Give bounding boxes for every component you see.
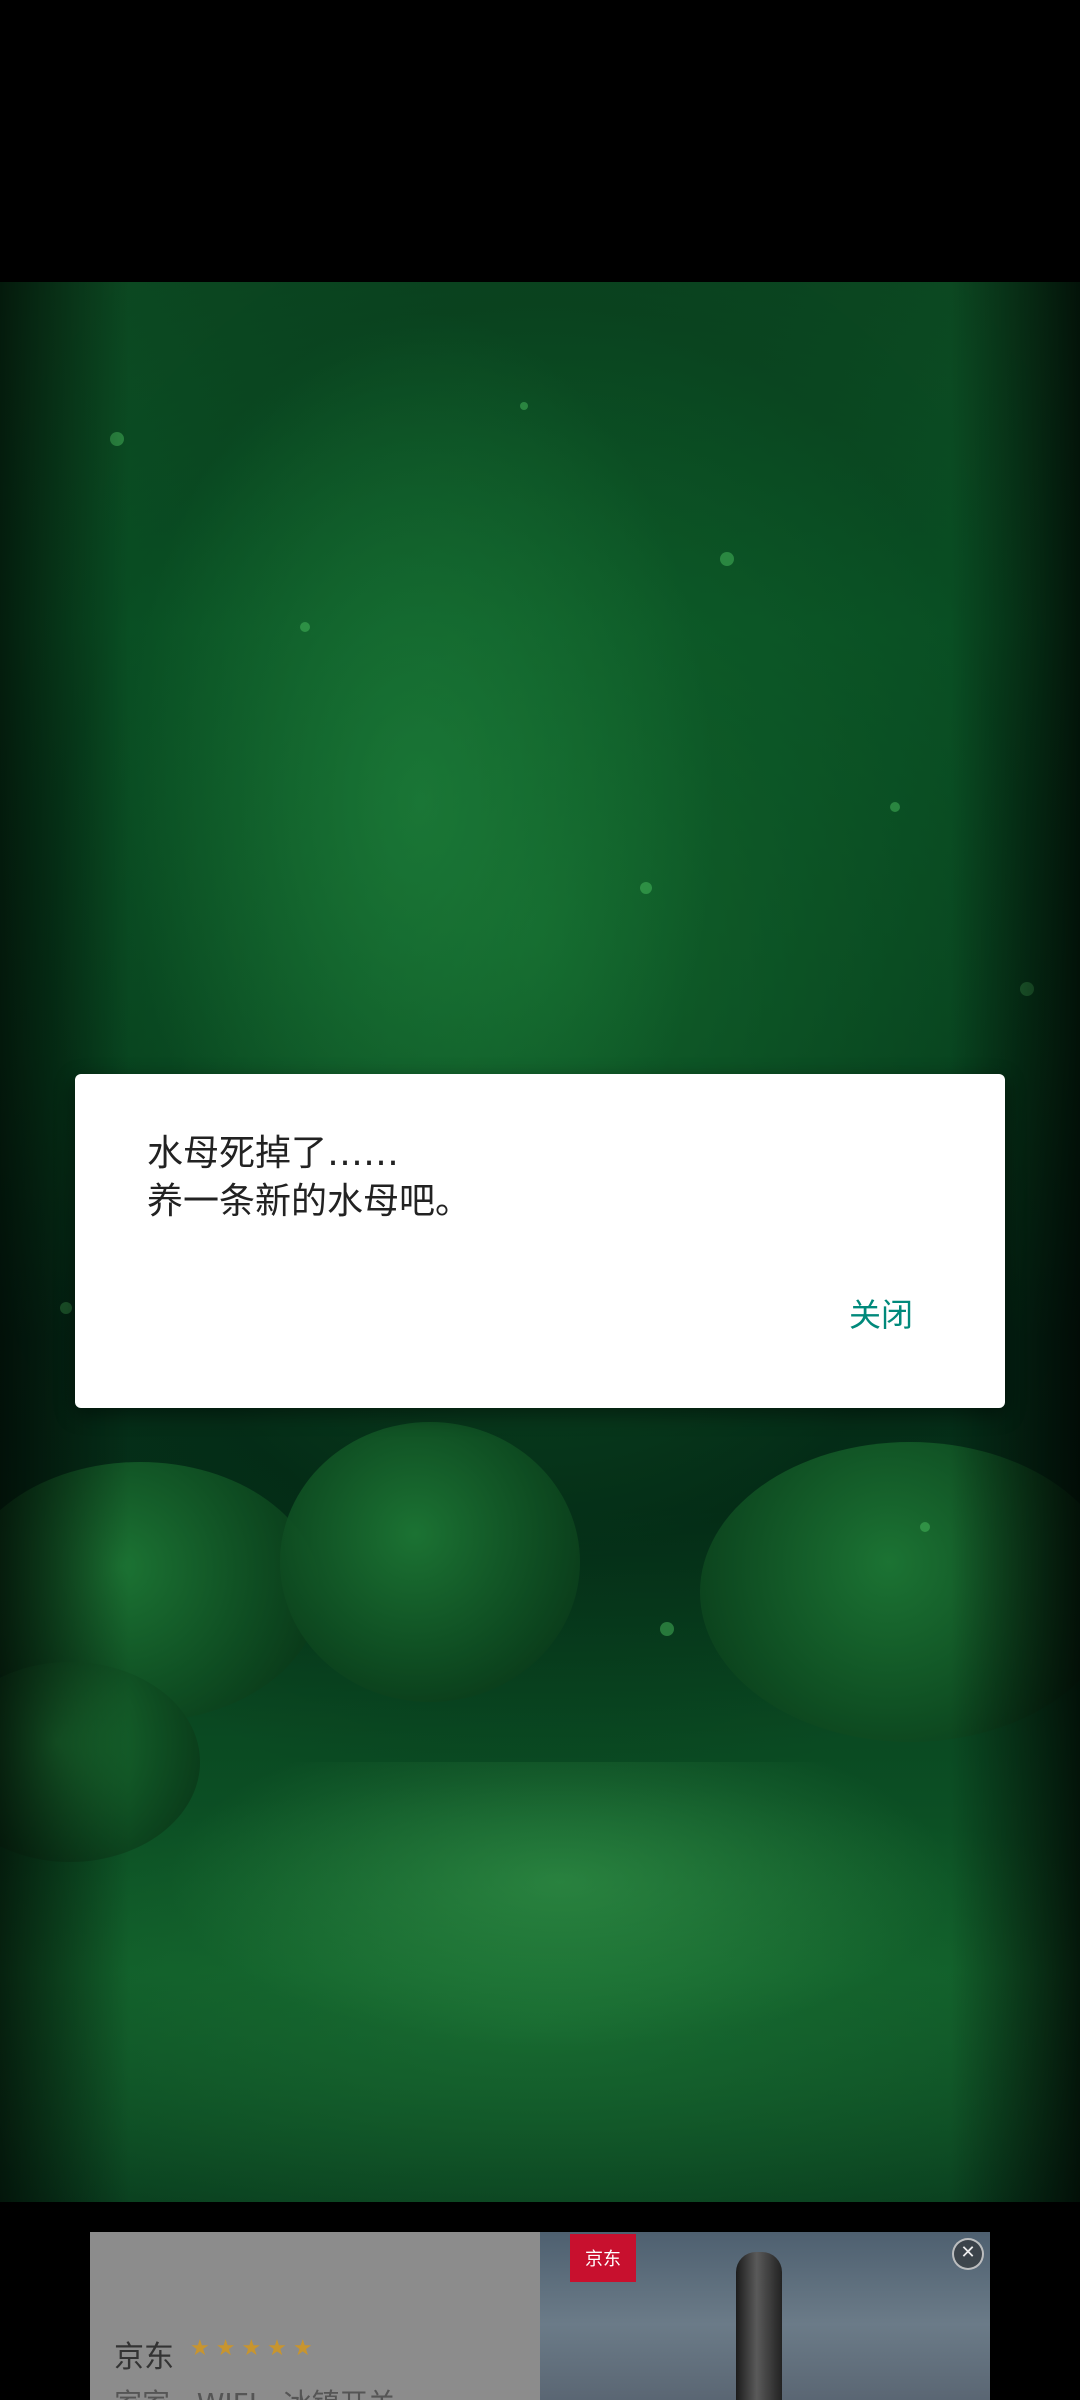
ad-brand: 京东 (114, 2340, 174, 2375)
ad-description: 家家 · WIFI · 冰镇开关 (114, 2382, 396, 2400)
jellyfish-died-dialog: 水母死掉了…… 养一条新的水母吧。 关闭 (75, 1074, 1005, 1408)
ad-area: 京东 ★★★★★ 家家 · WIFI · 冰镇开关 京东 ✕ (0, 2202, 1080, 2400)
brand-logo-icon: 京东 (570, 2234, 636, 2282)
ad-banner[interactable]: 京东 ★★★★★ 家家 · WIFI · 冰镇开关 京东 ✕ (90, 2232, 990, 2400)
ad-text-panel: 京东 ★★★★★ 家家 · WIFI · 冰镇开关 (90, 2232, 540, 2400)
close-button[interactable]: 关闭 (839, 1284, 923, 1342)
ad-image: 京东 (540, 2232, 990, 2400)
top-black-bar (0, 0, 1080, 282)
tower-fan-product-image (736, 2252, 782, 2400)
dialog-message: 水母死掉了…… 养一条新的水母吧。 (147, 1133, 472, 1222)
close-icon[interactable]: ✕ (952, 2238, 984, 2270)
app-screen: 水母死掉了…… 养一条新的水母吧。 关闭 京东 ★★★★★ 家家 · WIFI … (0, 0, 1080, 2400)
ad-rating-stars: ★★★★★ (190, 2336, 319, 2361)
